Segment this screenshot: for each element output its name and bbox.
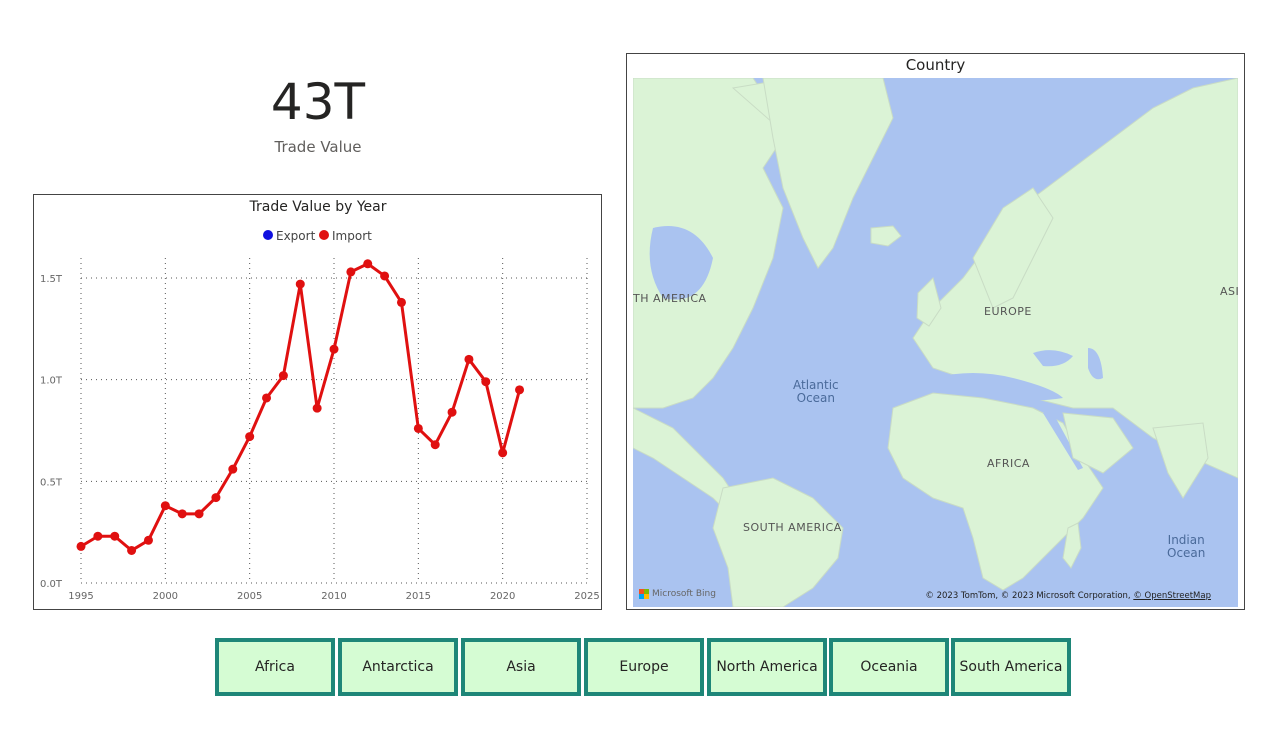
data-point-import-2003 [211, 493, 221, 503]
legend-label-import: Import [332, 229, 372, 243]
country-map-card[interactable]: Country TH AMERICA EUROPE ASI AFRICA SOU… [626, 53, 1245, 610]
slicer-item-asia[interactable]: Asia [461, 638, 581, 696]
data-point-import-2016 [430, 440, 440, 450]
map-title: Country [905, 56, 966, 74]
data-point-import-2006 [262, 393, 272, 403]
x-tick-label: 2020 [490, 591, 515, 602]
kpi-value: 43T [270, 73, 366, 131]
slicer-item-north-america[interactable]: North America [707, 638, 827, 696]
slicer-item-antarctica[interactable]: Antarctica [338, 638, 458, 696]
chart-title: Trade Value by Year [249, 199, 387, 215]
y-tick-label: 0.0T [40, 579, 63, 590]
map-attribution: © 2023 TomTom, © 2023 Microsoft Corporat… [925, 591, 1211, 601]
data-point-import-2015 [413, 423, 423, 433]
legend-label-export: Export [276, 229, 316, 243]
map-label-europe: EUROPE [984, 305, 1032, 318]
bing-text: Microsoft Bing [652, 589, 716, 599]
data-point-import-1998 [127, 545, 137, 555]
map-label-africa: AFRICA [987, 457, 1030, 470]
map-label-north-america: TH AMERICA [633, 292, 707, 305]
legend-marker-import [319, 230, 329, 240]
data-point-import-2001 [177, 509, 187, 519]
slicer-item-europe[interactable]: Europe [584, 638, 704, 696]
microsoft-logo-icon [639, 589, 649, 599]
data-point-import-2005 [245, 432, 255, 442]
map-label-atlantic-ocean: Atlantic Ocean [793, 378, 839, 405]
legend-marker-export [263, 230, 273, 240]
slicer-item-south-america[interactable]: South America [951, 638, 1071, 696]
trade-value-by-year-chart[interactable]: Trade Value by Year Export Import 0.0T 0.5T 1… [33, 194, 602, 610]
map-label-asia: ASI [1220, 285, 1238, 298]
data-point-import-2010 [329, 344, 339, 354]
slicer-item-oceania[interactable]: Oceania [829, 638, 949, 696]
data-point-import-1996 [93, 531, 103, 541]
data-point-import-2012 [363, 259, 373, 269]
y-tick-label: 0.5T [40, 477, 63, 488]
data-point-import-2018 [464, 354, 474, 364]
data-point-import-2019 [481, 377, 491, 387]
data-point-import-2011 [346, 267, 356, 277]
map-label-indian-ocean: Indian Ocean [1167, 533, 1206, 560]
y-tick-label: 1.0T [40, 376, 63, 387]
data-point-import-2013 [380, 271, 390, 281]
data-point-import-2000 [160, 501, 170, 511]
data-point-import-2007 [278, 371, 288, 381]
data-point-import-2002 [194, 509, 204, 519]
openstreetmap-link[interactable]: © OpenStreetMap [1133, 591, 1211, 601]
data-point-import-2009 [312, 403, 322, 413]
data-point-import-2008 [295, 279, 305, 289]
attribution-text: © 2023 TomTom, © 2023 Microsoft Corporat… [925, 591, 1134, 601]
data-point-import-2020 [498, 448, 508, 458]
map-area[interactable]: TH AMERICA EUROPE ASI AFRICA SOUTH AMERI… [633, 78, 1238, 607]
data-point-import-1999 [143, 535, 153, 545]
data-point-import-1995 [76, 541, 86, 551]
data-point-import-1997 [110, 531, 120, 541]
map-label-south-america: SOUTH AMERICA [743, 521, 842, 534]
kpi-label: Trade Value [274, 138, 362, 156]
x-tick-label: 2010 [321, 591, 346, 602]
south-america-land [712, 477, 844, 607]
data-point-import-2017 [447, 407, 457, 417]
x-tick-label: 2000 [153, 591, 178, 602]
x-tick-label: 2005 [237, 591, 262, 602]
x-tick-label: 1995 [68, 591, 93, 602]
line-chart-svg: Trade Value by Year Export Import 0.0T 0.5T 1… [40, 199, 600, 602]
india-land [1152, 422, 1209, 499]
y-tick-label: 1.5T [40, 274, 63, 285]
bing-logo: Microsoft Bing [639, 589, 716, 599]
series-line-import [80, 262, 521, 552]
iceland-land [870, 225, 902, 247]
data-point-import-2021 [515, 385, 525, 395]
map-land-svg [633, 78, 1238, 607]
x-tick-label: 2025 [574, 591, 599, 602]
data-point-import-2004 [228, 464, 238, 474]
x-tick-label: 2015 [406, 591, 431, 602]
data-point-import-2014 [396, 297, 406, 307]
kpi-card: 43T Trade Value [218, 72, 418, 156]
slicer-item-africa[interactable]: Africa [215, 638, 335, 696]
